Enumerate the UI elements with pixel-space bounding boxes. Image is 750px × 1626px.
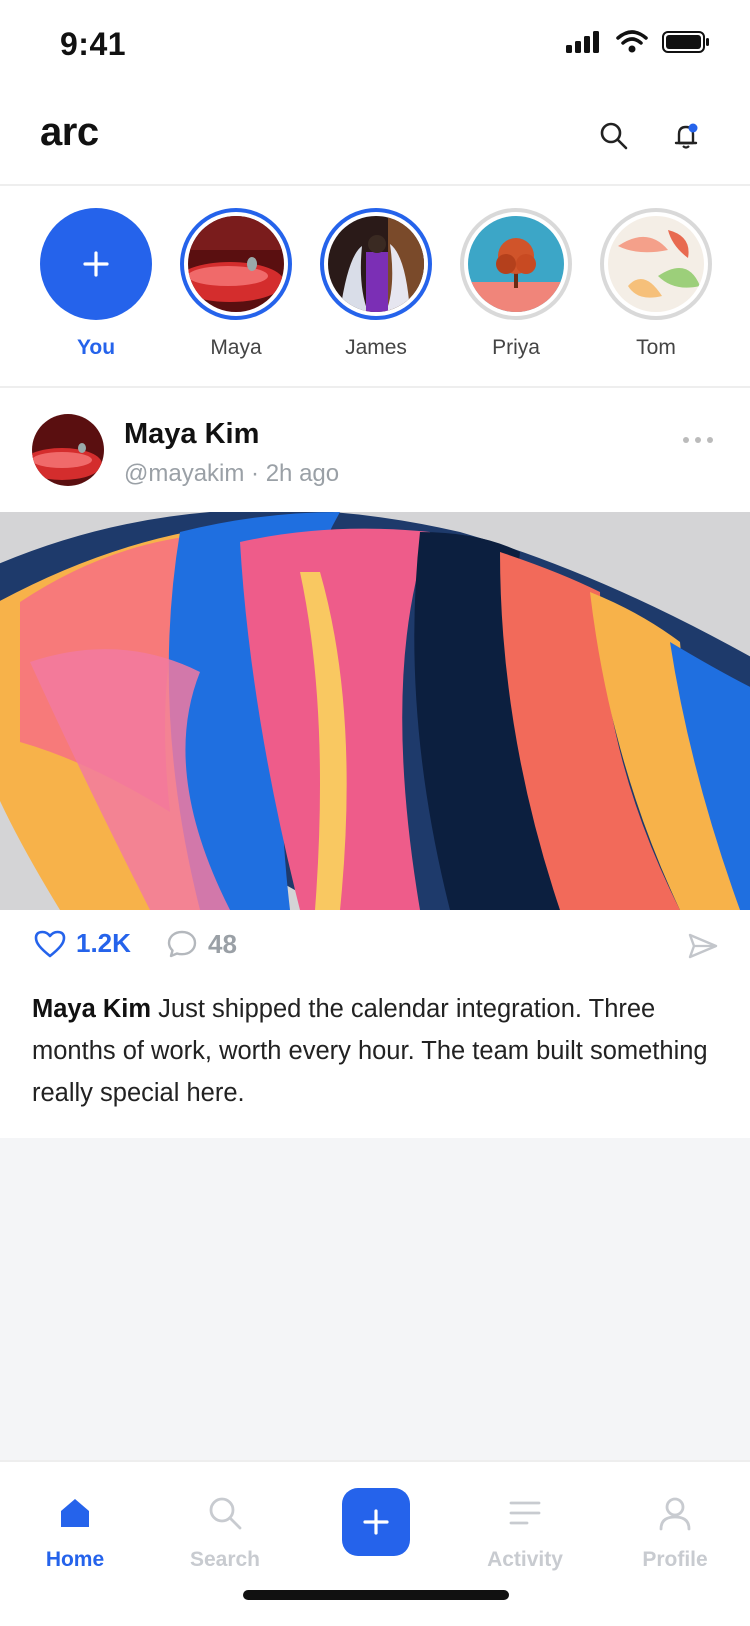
tab-label: Activity bbox=[487, 1548, 563, 1571]
caption-author[interactable]: Maya Kim bbox=[32, 995, 151, 1023]
dot bbox=[695, 437, 701, 443]
tab-activity[interactable]: Activity bbox=[465, 1488, 585, 1572]
tab-label: Profile bbox=[642, 1548, 708, 1571]
profile-icon bbox=[659, 1497, 691, 1531]
tab-bar: Home Search Activity Profile bbox=[0, 1460, 750, 1626]
story-name: Tom bbox=[636, 336, 676, 359]
story-priya[interactable]: Priya bbox=[460, 208, 572, 360]
post-meta: @mayakim · 2h ago bbox=[124, 460, 340, 487]
home-icon bbox=[61, 1499, 89, 1527]
tab-home[interactable]: Home bbox=[15, 1488, 135, 1572]
like-count: 1.2K bbox=[76, 928, 131, 958]
status-icons bbox=[566, 30, 710, 54]
like-button[interactable]: 1.2K bbox=[34, 928, 131, 959]
tab-label: Search bbox=[189, 1548, 261, 1571]
plus-icon bbox=[363, 1509, 389, 1535]
status-bar: 9:41 bbox=[0, 0, 750, 88]
story-you[interactable]: You bbox=[40, 208, 152, 360]
activity-icon bbox=[509, 1501, 541, 1525]
home-indicator[interactable] bbox=[243, 1590, 509, 1600]
app-screen: 9:41 arc You Maya James Priya Tom Maya K… bbox=[0, 0, 750, 1626]
story-ring bbox=[460, 208, 572, 320]
search-icon bbox=[209, 1497, 242, 1530]
post-image[interactable] bbox=[0, 512, 750, 910]
post-author[interactable]: Maya Kim bbox=[124, 418, 259, 451]
app-logo: arc bbox=[40, 110, 99, 154]
tab-label: Home bbox=[45, 1548, 105, 1571]
post-caption: Maya Kim Just shipped the calendar integ… bbox=[32, 988, 722, 1114]
heart-icon bbox=[34, 930, 66, 957]
story-name: Maya bbox=[210, 336, 262, 359]
feed-post: Maya Kim @mayakim · 2h ago 1.2K 48 Maya … bbox=[0, 388, 750, 1138]
notifications-button[interactable] bbox=[660, 110, 712, 162]
app-header: arc bbox=[0, 88, 750, 186]
more-options-button[interactable] bbox=[676, 430, 720, 450]
story-ring bbox=[600, 208, 712, 320]
dot bbox=[707, 437, 713, 443]
story-james[interactable]: James bbox=[320, 208, 432, 360]
tab-profile[interactable]: Profile bbox=[615, 1488, 735, 1572]
story-maya[interactable]: Maya bbox=[180, 208, 292, 360]
battery-icon bbox=[662, 31, 709, 53]
tab-search[interactable]: Search bbox=[165, 1488, 285, 1572]
comment-icon bbox=[167, 930, 197, 958]
comment-count: 48 bbox=[208, 928, 237, 959]
story-name: You bbox=[76, 336, 116, 359]
story-tom[interactable]: Tom bbox=[600, 208, 712, 360]
stories-row: You Maya James Priya Tom bbox=[0, 186, 750, 388]
bell-icon bbox=[674, 123, 698, 149]
story-avatar bbox=[188, 216, 284, 312]
post-actions: 1.2K 48 bbox=[0, 916, 750, 980]
wifi-icon bbox=[616, 30, 648, 53]
dot bbox=[683, 437, 689, 443]
story-name: Priya bbox=[492, 336, 540, 359]
story-avatar bbox=[608, 216, 704, 312]
comment-button[interactable]: 48 bbox=[166, 928, 237, 960]
author-avatar[interactable] bbox=[32, 414, 104, 486]
plus-icon bbox=[83, 251, 109, 277]
search-icon bbox=[600, 122, 628, 150]
signal-icon bbox=[566, 31, 599, 53]
add-story-button[interactable] bbox=[40, 208, 152, 320]
story-ring bbox=[320, 208, 432, 320]
story-name: James bbox=[345, 336, 407, 359]
share-button[interactable] bbox=[688, 932, 718, 965]
story-ring bbox=[180, 208, 292, 320]
story-avatar bbox=[468, 216, 564, 312]
story-avatar bbox=[328, 216, 424, 312]
status-time: 9:41 bbox=[60, 26, 127, 62]
search-button[interactable] bbox=[588, 110, 640, 162]
create-post-button[interactable] bbox=[342, 1488, 410, 1556]
send-icon bbox=[688, 933, 718, 959]
